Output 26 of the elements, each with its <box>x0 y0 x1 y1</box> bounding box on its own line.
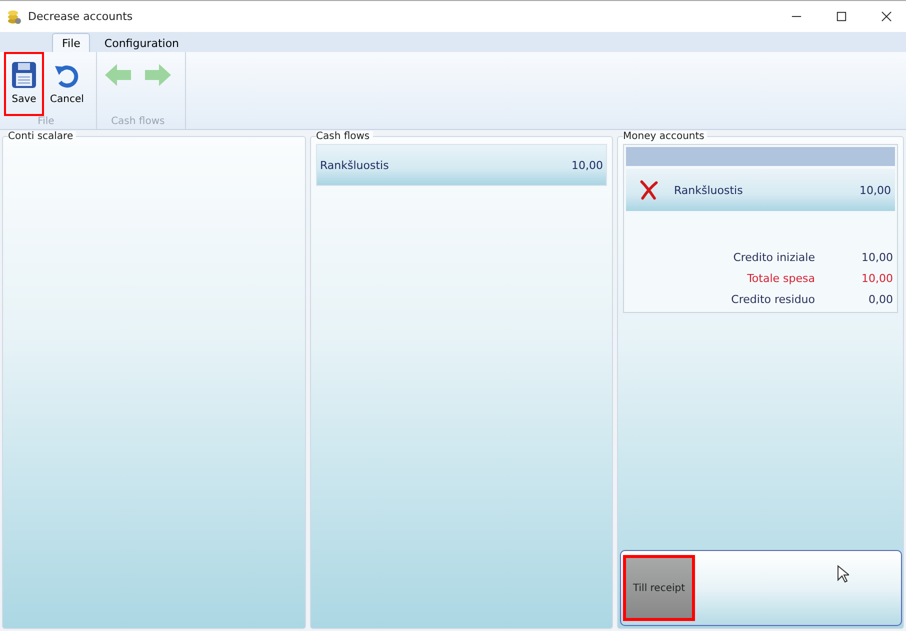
till-receipt-button[interactable]: Till receipt <box>623 555 695 621</box>
total-value: 10,00 <box>860 272 893 285</box>
panel-title: Money accounts <box>623 131 708 142</box>
account-amount: 10,00 <box>860 184 891 196</box>
group-label: Cash flows <box>111 116 165 129</box>
cancel-button[interactable]: Cancel <box>46 52 88 116</box>
cash-flow-row[interactable]: Rankšluostis 10,00 <box>316 144 607 186</box>
account-row[interactable]: Rankšluostis 10,00 <box>626 169 895 211</box>
total-value: 10,00 <box>860 251 893 264</box>
account-name: Rankšluostis <box>674 184 744 196</box>
total-label: Totale spesa <box>747 272 815 285</box>
close-icon[interactable] <box>881 11 892 22</box>
cursor-icon <box>837 565 849 583</box>
remove-icon[interactable] <box>638 179 660 201</box>
panel-title: Cash flows <box>316 131 373 142</box>
ribbon-tab[interactable]: Configuration <box>94 33 190 52</box>
ribbon-tab[interactable]: File <box>52 33 90 52</box>
maximize-icon[interactable] <box>836 11 847 22</box>
coins-icon <box>6 8 22 24</box>
panel-title: Conti scalare <box>8 131 76 142</box>
group-label: File <box>38 116 54 129</box>
save-button[interactable]: Save <box>4 52 44 116</box>
total-label: Credito iniziale <box>733 251 815 264</box>
total-label: Credito residuo <box>731 293 815 306</box>
total-value: 0,00 <box>868 293 893 306</box>
window-title: Decrease accounts <box>28 10 133 23</box>
